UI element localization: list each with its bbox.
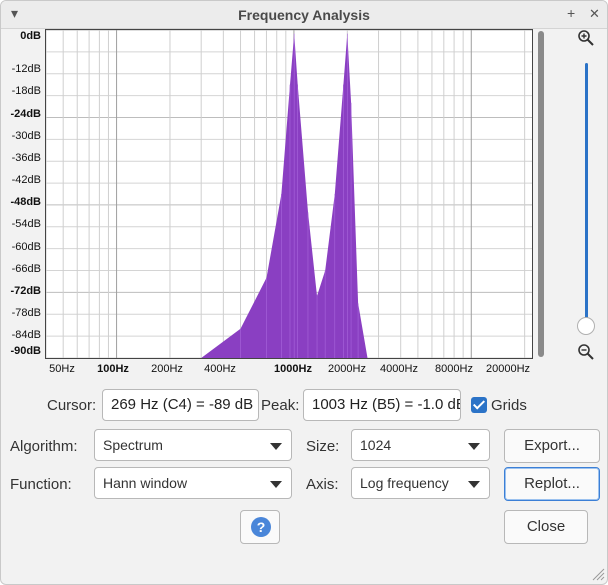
y-tick-label: -72dB [10,285,41,297]
y-tick-label: -18dB [11,85,41,97]
zoom-slider-track[interactable] [585,63,588,325]
y-tick-label: -66dB [11,263,41,275]
help-button[interactable]: ? [240,510,280,544]
window-title: Frequency Analysis [238,7,370,23]
axis-select[interactable]: Log frequency [351,467,490,499]
y-tick-label: -42dB [11,174,41,186]
size-value: 1024 [360,437,392,453]
y-tick-label: -54dB [11,218,41,230]
y-tick-label: 0dB [20,30,41,42]
title-bar: ▾ Frequency Analysis + ✕ [1,1,607,29]
x-tick-label: 1000Hz [274,363,312,375]
x-tick-label: 2000Hz [328,363,366,375]
zoom-in-icon[interactable] [577,29,595,47]
spectrum-area [201,33,368,358]
axis-value: Log frequency [360,475,449,491]
cursor-label: Cursor: [47,397,97,414]
x-tick-label: 8000Hz [435,363,473,375]
chevron-down-icon [468,481,480,488]
resize-grip-icon[interactable] [589,565,605,581]
grids-label[interactable]: Grids [491,397,527,414]
y-tick-label: -84dB [11,329,41,341]
x-tick-label: 4000Hz [380,363,418,375]
y-tick-label: -30dB [11,130,41,142]
x-tick-label: 20000Hz [485,363,531,375]
zoom-out-icon[interactable] [577,343,595,361]
help-icon: ? [251,517,271,537]
function-label: Function: [10,476,72,493]
size-label: Size: [306,438,340,455]
chevron-down-icon [468,443,480,450]
chevron-down-icon [270,443,282,450]
frequency-analysis-window: ▾ Frequency Analysis + ✕ 0dB -12dB -18dB… [0,0,608,585]
peak-label: Peak: [261,397,300,414]
cursor-readout-field[interactable]: 269 Hz (C4) = -89 dB [102,389,259,421]
x-tick-label: 200Hz [151,363,183,375]
y-tick-label: -36dB [11,152,41,164]
grids-checkbox[interactable] [471,397,487,413]
x-tick-label: 50Hz [49,363,75,375]
export-button[interactable]: Export... [504,429,600,463]
size-select[interactable]: 1024 [351,429,490,461]
y-tick-label: -60dB [11,241,41,253]
x-tick-label: 100Hz [97,363,129,375]
maximize-icon[interactable]: + [567,5,575,21]
spectrum-plot[interactable] [45,29,533,359]
y-tick-label: -48dB [10,196,41,208]
algorithm-select[interactable]: Spectrum [94,429,292,461]
close-button[interactable]: Close [504,510,588,544]
function-select[interactable]: Hann window [94,467,292,499]
y-tick-label: -12dB [11,63,41,75]
axis-label: Axis: [306,476,339,493]
replot-button[interactable]: Replot... [504,467,600,501]
y-tick-label: -90dB [10,345,41,357]
chevron-down-icon [270,481,282,488]
x-tick-label: 400Hz [204,363,236,375]
close-window-icon[interactable]: ✕ [589,6,600,22]
plot-scrollbar[interactable] [538,31,544,357]
y-tick-label: -78dB [11,307,41,319]
peak-readout-field[interactable]: 1003 Hz (B5) = -1.0 dB [303,389,461,421]
spectrum-graph [45,29,532,359]
y-tick-label: -24dB [10,108,41,120]
zoom-slider-handle[interactable] [577,317,595,335]
algorithm-label: Algorithm: [10,438,78,455]
algorithm-value: Spectrum [103,437,163,453]
function-value: Hann window [103,475,188,491]
